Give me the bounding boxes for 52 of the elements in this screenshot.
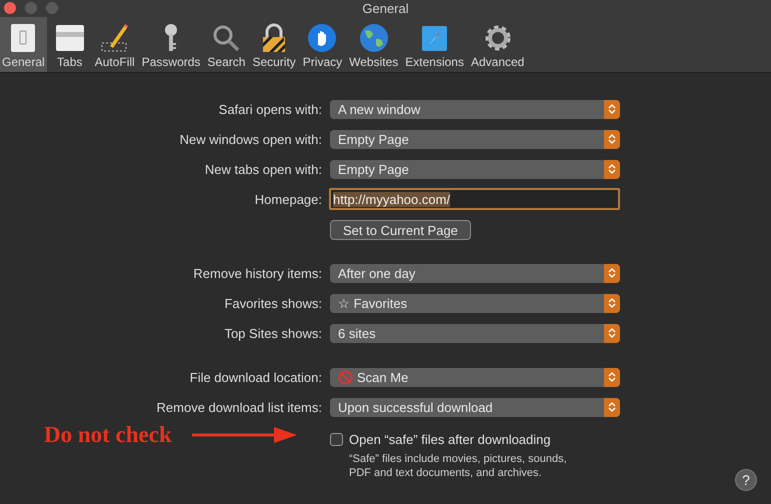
setting-label: Safari opens with: <box>218 102 322 116</box>
search-icon <box>211 23 242 53</box>
toolbar-tab[interactable]: AutoFill <box>92 17 137 72</box>
popup-button[interactable]: 6 sites <box>330 324 620 342</box>
setting-label: New tabs open with: <box>204 162 322 176</box>
annotation-text: Do not check <box>44 422 172 448</box>
stepper-icon <box>604 368 620 386</box>
stepper-icon <box>604 294 620 312</box>
globe-icon <box>358 23 389 53</box>
setting-label: Favorites shows: <box>224 296 322 310</box>
stepper-icon <box>604 100 620 118</box>
homepage-field[interactable]: http://myyahoo.com/ <box>329 188 620 210</box>
toolbar-tab[interactable]: Websites <box>347 17 400 72</box>
stepper-icon <box>604 264 620 282</box>
help-text: “Safe” files include movies, pictures, sounds, PDF and text documents, and archives. <box>349 452 568 480</box>
close-button[interactable] <box>4 2 16 14</box>
popup-button[interactable]: Upon successful download <box>330 398 620 416</box>
setting-label: Remove history items: <box>193 266 322 280</box>
toolbar-tab[interactable]: Privacy <box>300 17 344 72</box>
help-button[interactable]: ? <box>735 469 757 491</box>
toolbar-tab[interactable]: Tabs <box>50 17 90 72</box>
window-title: General <box>362 1 409 16</box>
toolbar-tab[interactable]: General <box>0 17 47 72</box>
hand-icon <box>307 23 338 53</box>
compass-icon <box>420 23 450 53</box>
popup-button[interactable]: ☆ Favorites <box>330 294 620 312</box>
stepper-icon <box>604 130 620 148</box>
popup-button[interactable]: A new window <box>330 100 620 118</box>
pencil-icon <box>100 23 130 53</box>
popup-button[interactable]: Scan Me <box>330 368 620 386</box>
popup-button[interactable]: Empty Page <box>330 160 620 178</box>
checkbox[interactable] <box>330 433 343 446</box>
setting-label: File download location: <box>190 370 322 384</box>
setting-label: Homepage: <box>254 192 322 206</box>
toolbar-tab[interactable]: Security <box>250 17 298 72</box>
gear-icon <box>482 23 513 53</box>
stepper-icon <box>604 160 620 178</box>
toolbar-tab[interactable]: Advanced <box>468 17 526 72</box>
checkbox-label[interactable]: Open “safe” files after downloading <box>349 432 551 447</box>
toolbar-tab[interactable]: Passwords <box>140 17 202 72</box>
tabs-icon <box>54 23 85 53</box>
setting-label: Top Sites shows: <box>224 326 322 340</box>
setting-label: Remove download list items: <box>156 400 322 414</box>
toolbar-tab[interactable]: Extensions <box>403 17 466 72</box>
popup-button[interactable]: Empty Page <box>330 130 620 148</box>
prohibited-icon <box>338 370 353 384</box>
setting-label: New windows open with: <box>180 132 322 146</box>
stepper-icon <box>604 398 620 416</box>
stepper-icon <box>604 324 620 342</box>
toolbar-tab[interactable]: Search <box>205 17 248 72</box>
set-current-page-button[interactable]: Set to Current Page <box>330 220 471 240</box>
popup-button[interactable]: After one day <box>330 264 620 282</box>
